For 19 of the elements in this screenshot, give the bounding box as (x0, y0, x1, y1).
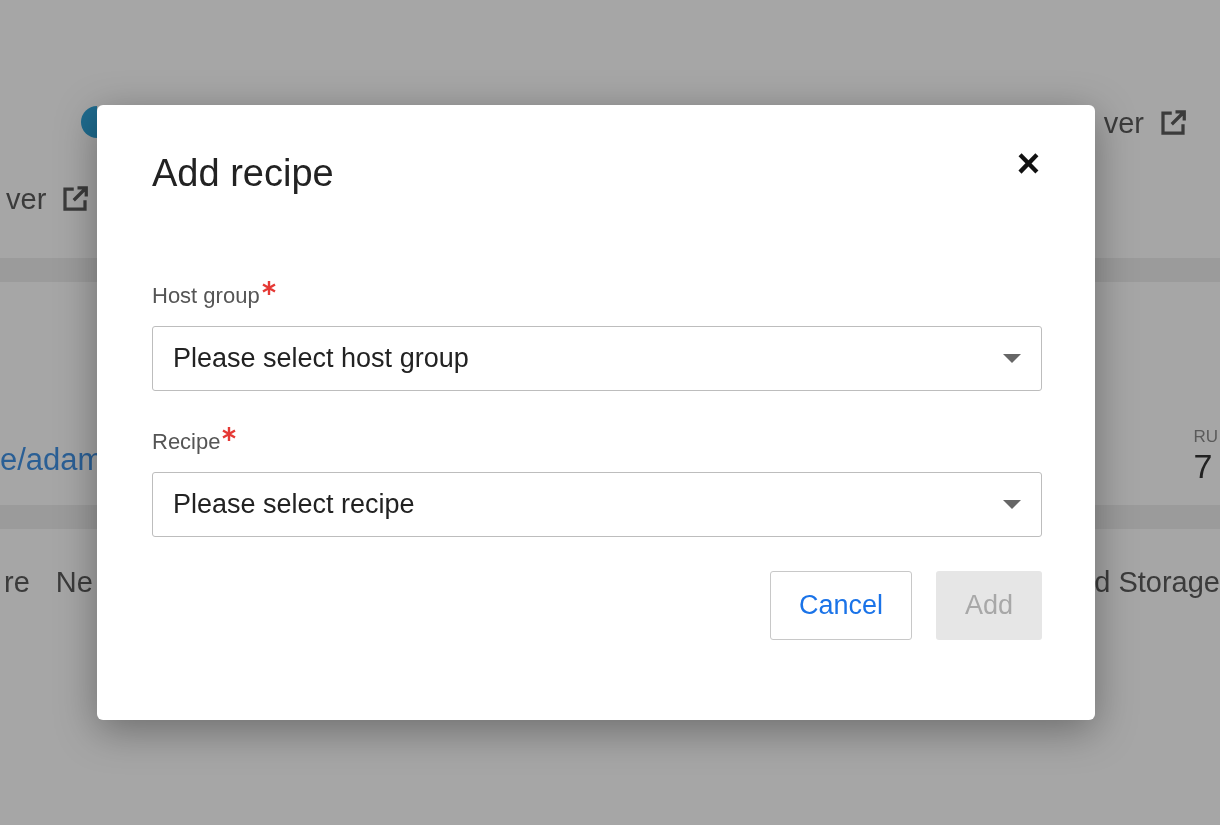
tab[interactable]: re (4, 561, 30, 605)
globe-icon (80, 106, 97, 138)
external-link-icon (1158, 108, 1188, 138)
link[interactable]: ver (6, 178, 47, 222)
field-label: Recipe (152, 427, 221, 456)
tab[interactable]: d Storage (1094, 561, 1220, 605)
select-field[interactable]: Please select recipe (152, 471, 1042, 537)
link[interactable]: ver (1103, 102, 1144, 146)
external-link-icon (60, 184, 91, 214)
select-field[interactable]: Please select host group (152, 325, 1042, 391)
dialog-title: Add recipe (152, 151, 334, 196)
cancel-button[interactable]: Cancel (769, 570, 912, 640)
stat-label: RU (1193, 425, 1218, 448)
close-button[interactable]: × (1014, 143, 1042, 183)
dropdown-caret-icon (1003, 353, 1021, 363)
field-label: Host group (152, 281, 260, 310)
dropdown-caret-icon (1003, 499, 1021, 509)
stat-value: 7 (1193, 449, 1214, 483)
tab[interactable]: Ne (55, 561, 93, 605)
